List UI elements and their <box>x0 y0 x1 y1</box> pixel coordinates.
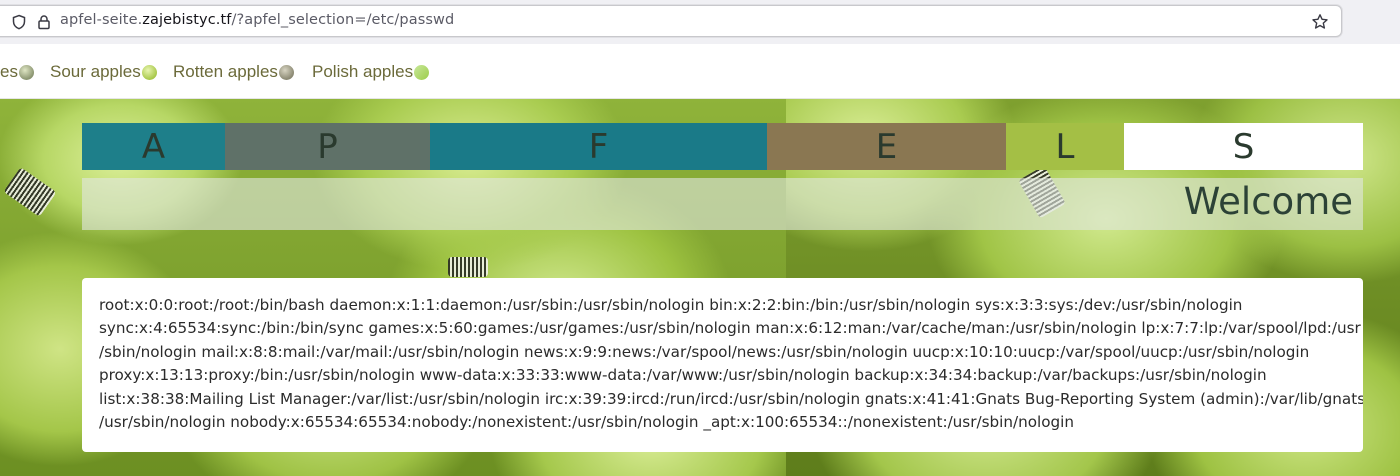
page-title: Welcome <box>1183 180 1353 223</box>
logo-letter: P <box>225 123 430 170</box>
nav-item-label: Polish apples <box>312 62 414 81</box>
apple-icon <box>414 64 430 80</box>
logo-letter: E <box>767 123 1006 170</box>
logo-letter: F <box>430 123 767 170</box>
apple-icon <box>18 64 34 80</box>
apple-icon <box>278 64 294 80</box>
url-text[interactable]: apfel-seite.zajebistyc.tf/?apfel_selecti… <box>60 12 454 28</box>
nav-item-sour-apples[interactable]: Sour apples <box>50 62 157 82</box>
content-line: sync:x:4:65534:sync:/bin:/bin/sync games… <box>99 319 1361 338</box>
welcome-banner: Welcome <box>82 178 1363 230</box>
logo-letter: S <box>1124 123 1363 170</box>
url-domain: zajebistyc.tf <box>142 12 232 28</box>
content-line: root:x:0:0:root:/root:/bin/bash daemon:x… <box>99 296 1243 314</box>
file-content: root:x:0:0:root:/root:/bin/bash daemon:x… <box>82 278 1363 452</box>
nav-item-apples[interactable]: es <box>0 62 34 82</box>
url-domain-prefix: apfel-seite. <box>60 12 143 28</box>
url-bar[interactable]: apfel-seite.zajebistyc.tf/?apfel_selecti… <box>0 5 1342 37</box>
barcode-sticker <box>448 257 488 277</box>
url-path: /?apfel_selection=/etc/passwd <box>231 12 455 28</box>
nav-item-label: Rotten apples <box>173 62 278 81</box>
content-line: /sbin/nologin mail:x:8:8:mail:/var/mail:… <box>99 342 1310 361</box>
content-line: proxy:x:13:13:proxy:/bin:/usr/sbin/nolog… <box>99 366 1267 385</box>
nav-item-label: Sour apples <box>50 62 141 81</box>
apple-icon <box>141 64 157 80</box>
site-logo: A P F E L S <box>82 123 1363 170</box>
lock-icon[interactable] <box>36 14 52 30</box>
content-line: list:x:38:38:Mailing List Manager:/var/l… <box>99 389 1363 408</box>
logo-letter: A <box>82 123 225 170</box>
nav-item-polish-apples[interactable]: Polish apples <box>312 62 430 82</box>
star-icon[interactable] <box>1311 13 1329 31</box>
content-line: /usr/sbin/nologin nobody:x:65534:65534:n… <box>99 413 1075 432</box>
logo-letter: L <box>1006 123 1124 170</box>
nav-item-label: es <box>0 62 18 81</box>
browser-toolbar: apfel-seite.zajebistyc.tf/?apfel_selecti… <box>0 0 1400 44</box>
shield-icon[interactable] <box>11 14 27 30</box>
site-nav: es Sour apples Rotten apples Polish appl… <box>0 44 1400 99</box>
nav-item-rotten-apples[interactable]: Rotten apples <box>173 62 294 82</box>
